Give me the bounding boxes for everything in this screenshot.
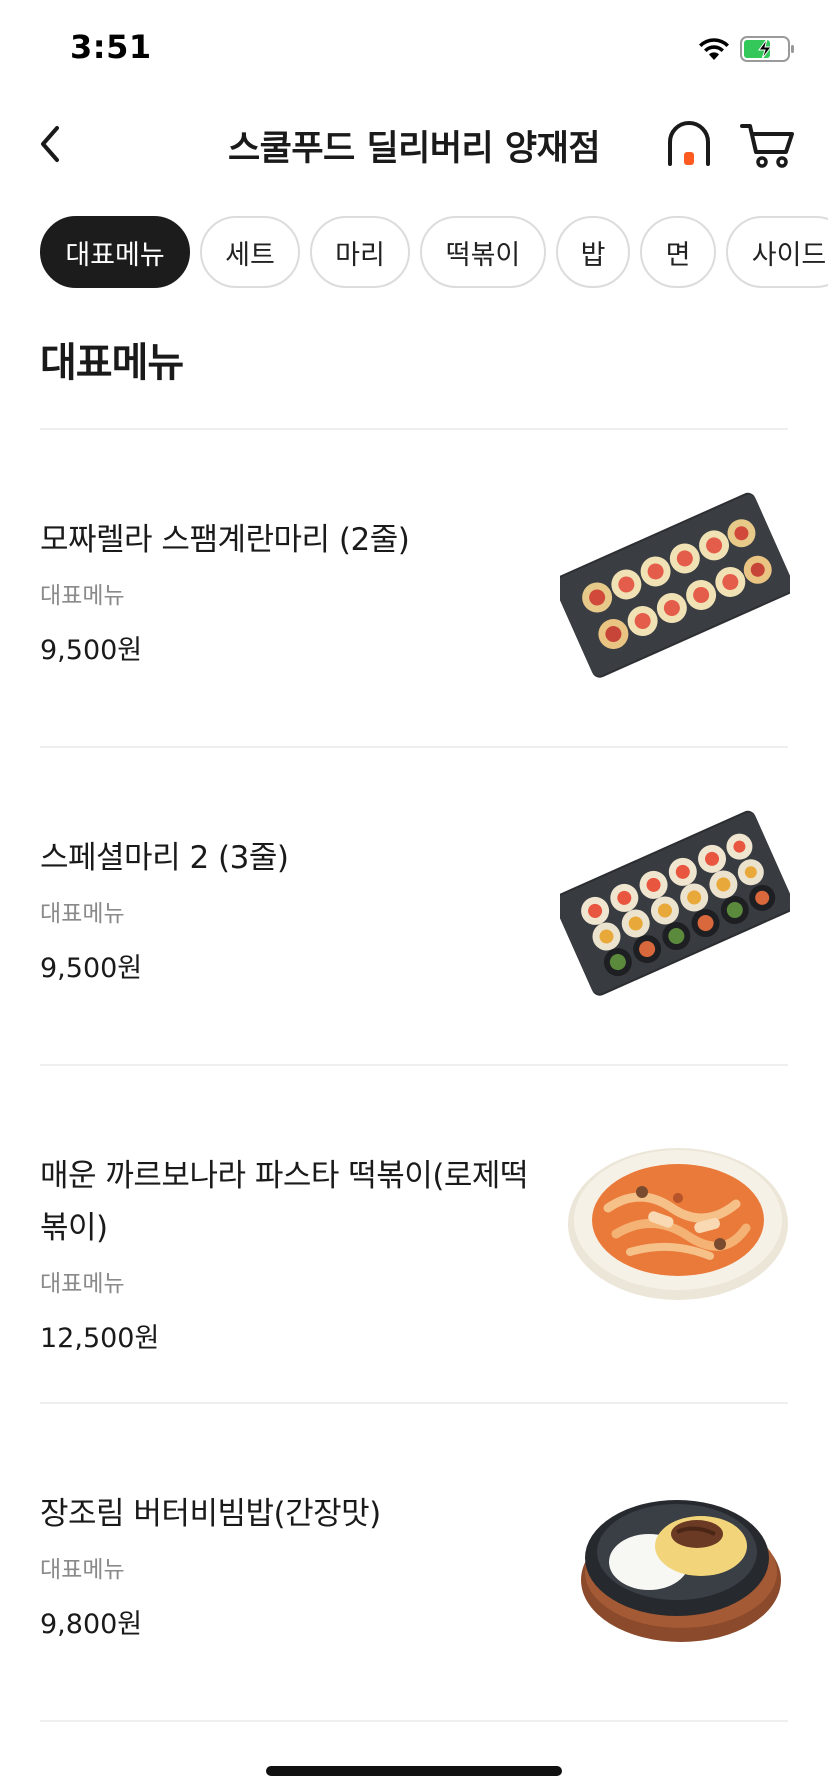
divider bbox=[40, 1402, 788, 1404]
wifi-icon bbox=[699, 38, 729, 60]
category-tabs: 대표메뉴 세트 마리 떡볶이 밥 면 사이드 bbox=[40, 216, 828, 288]
status-time: 3:51 bbox=[70, 28, 152, 66]
tab-noodle[interactable]: 면 bbox=[640, 216, 716, 288]
chevron-left-icon bbox=[41, 126, 59, 162]
navigation-header: 스쿨푸드 딜리버리 양재점 bbox=[0, 100, 828, 190]
rose-tteokbokki-image bbox=[568, 1148, 788, 1300]
battery-charging-icon bbox=[740, 36, 794, 62]
status-bar: 3:51 bbox=[0, 0, 828, 100]
tab-side[interactable]: 사이드 bbox=[726, 216, 828, 288]
divider bbox=[40, 746, 788, 748]
store-title: 스쿨푸드 딜리버리 양재점 bbox=[227, 129, 601, 169]
kimbap-platter-image bbox=[560, 492, 790, 678]
tab-set[interactable]: 세트 bbox=[200, 216, 300, 288]
home-indicator[interactable] bbox=[266, 1766, 562, 1776]
tab-mari[interactable]: 마리 bbox=[310, 216, 410, 288]
back-button[interactable] bbox=[28, 118, 72, 170]
home-button[interactable] bbox=[666, 120, 712, 170]
divider bbox=[40, 1064, 788, 1066]
kimbap-platter-image bbox=[560, 810, 790, 996]
tab-rice[interactable]: 밥 bbox=[556, 216, 630, 288]
section-title: 대표메뉴 bbox=[40, 340, 184, 386]
home-icon bbox=[668, 121, 710, 166]
tab-tteokbokki[interactable]: 떡볶이 bbox=[420, 216, 546, 288]
divider bbox=[40, 1720, 788, 1722]
tab-signature[interactable]: 대표메뉴 bbox=[40, 216, 190, 288]
bibimbap-image bbox=[581, 1500, 781, 1642]
menu-page: 3:51 스쿨푸드 딜리버리 양재점 대표메뉴 세트 마리 떡볶이 밥 면 사이… bbox=[0, 0, 828, 1792]
divider bbox=[40, 428, 788, 430]
cart-button[interactable] bbox=[740, 120, 796, 170]
cart-icon bbox=[740, 124, 794, 168]
